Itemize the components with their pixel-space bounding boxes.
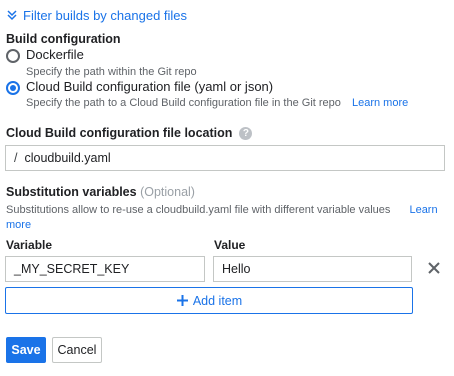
variable-column-label: Variable bbox=[6, 238, 53, 252]
learn-more-line2: more bbox=[6, 219, 32, 231]
build-configuration-title: Build configuration bbox=[6, 32, 121, 46]
config-location-input[interactable]: / cloudbuild.yaml bbox=[5, 145, 445, 171]
substitution-help-text: Substitutions allow to re-use a cloudbui… bbox=[6, 204, 391, 216]
config-location-title: Cloud Build configuration file location bbox=[6, 126, 233, 140]
radio-cloudbuild-control[interactable] bbox=[6, 81, 20, 95]
dockerfile-help: Specify the path within the Git repo bbox=[26, 66, 197, 78]
optional-tag: (Optional) bbox=[140, 185, 195, 199]
save-button[interactable]: Save bbox=[6, 337, 46, 363]
filter-builds-label: Filter builds by changed files bbox=[23, 7, 188, 23]
value-input[interactable]: Hello bbox=[213, 256, 412, 282]
substitution-title: Substitution variables bbox=[6, 185, 137, 199]
learn-more-link[interactable]: Learn more bbox=[352, 97, 408, 109]
plus-icon bbox=[176, 295, 188, 306]
substitution-title-row: Substitution variables (Optional) bbox=[6, 185, 195, 199]
config-location-title-row: Cloud Build configuration file location … bbox=[6, 126, 253, 140]
value-column-label: Value bbox=[214, 238, 246, 252]
add-item-label: Add item bbox=[192, 293, 243, 308]
radio-dockerfile-label: Dockerfile bbox=[26, 47, 84, 62]
config-location-value: cloudbuild.yaml bbox=[24, 151, 111, 165]
radio-dockerfile[interactable]: Dockerfile bbox=[6, 47, 84, 63]
cloudbuild-help-text: Specify the path to a Cloud Build config… bbox=[26, 97, 341, 109]
radio-cloudbuild-label: Cloud Build configuration file (yaml or … bbox=[26, 79, 274, 94]
variable-input[interactable]: _MY_SECRET_KEY bbox=[5, 256, 205, 282]
double-chevron-down-icon bbox=[7, 10, 17, 21]
substitution-help: Substitutions allow to re-use a cloudbui… bbox=[6, 203, 446, 233]
cancel-button[interactable]: Cancel bbox=[52, 337, 102, 363]
learn-more-line1: Learn bbox=[409, 204, 438, 216]
radio-cloudbuild-config[interactable]: Cloud Build configuration file (yaml or … bbox=[6, 79, 273, 95]
close-icon[interactable] bbox=[424, 258, 444, 278]
path-prefix: / bbox=[14, 151, 18, 165]
add-item-button[interactable]: Add item bbox=[5, 287, 413, 314]
radio-dockerfile-control[interactable] bbox=[6, 49, 20, 63]
cloudbuild-help: Specify the path to a Cloud Build config… bbox=[26, 97, 408, 109]
help-question-icon[interactable]: ? bbox=[239, 126, 253, 140]
filter-builds-link[interactable]: Filter builds by changed files bbox=[7, 6, 187, 24]
